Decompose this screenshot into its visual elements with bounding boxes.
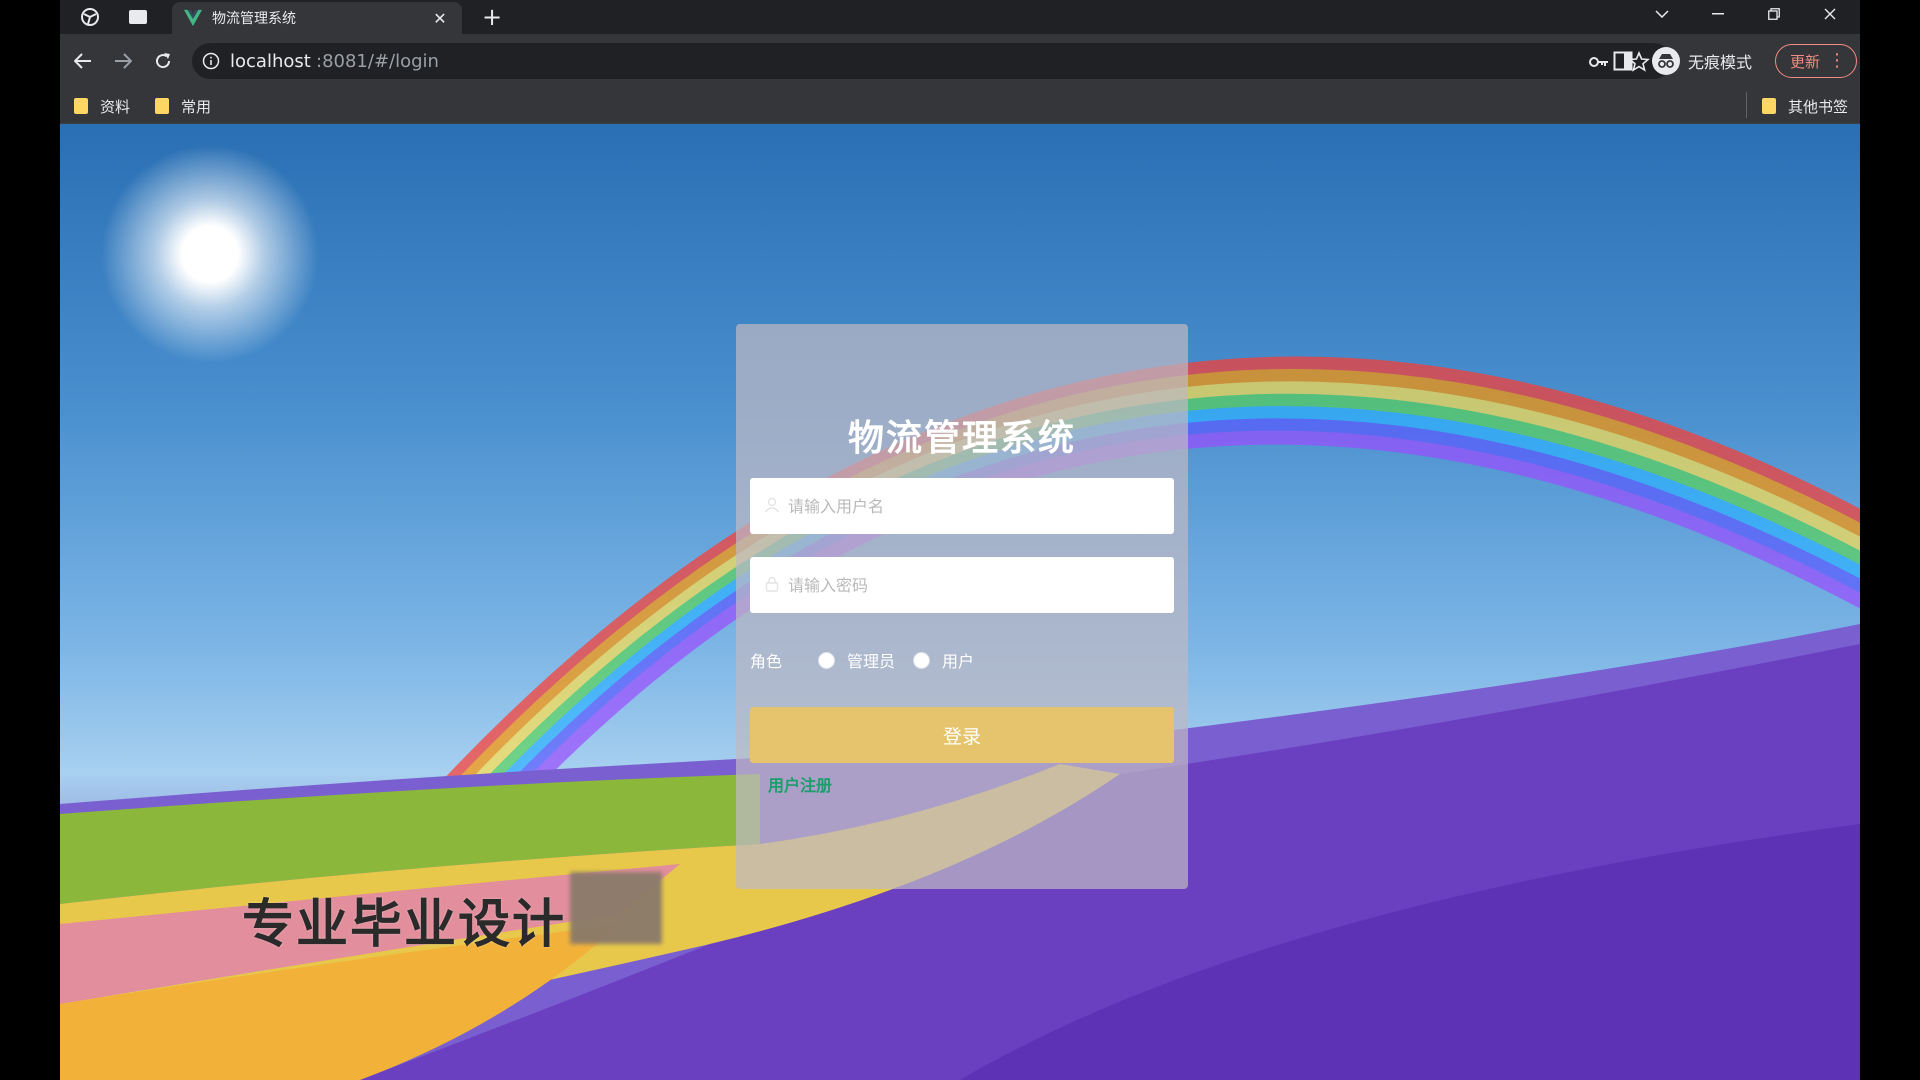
- bookmark-folder-ziliao[interactable]: 资料: [74, 96, 130, 116]
- bookmark-label: 资料: [100, 97, 131, 116]
- role-selector: 角色 管理员 用户: [750, 649, 992, 671]
- watermark-text: 专业毕业设计: [242, 895, 567, 955]
- role-admin-label[interactable]: 管理员: [847, 648, 895, 672]
- role-user-radio[interactable]: [913, 651, 931, 669]
- login-page: 专业毕业设计 物流管理系统 角色 管理员 用户 登录 用户注册: [60, 124, 1860, 1080]
- update-button[interactable]: 更新 ⋮: [1775, 44, 1857, 78]
- username-input[interactable]: [788, 478, 1168, 534]
- password-input[interactable]: [788, 557, 1168, 613]
- bookmark-folder-changyong[interactable]: 常用: [155, 96, 211, 116]
- forward-arrow-icon[interactable]: [108, 46, 138, 76]
- close-window-icon[interactable]: [1802, 0, 1858, 28]
- login-title: 物流管理系统: [847, 418, 1076, 459]
- bookmark-folder-other[interactable]: 其他书签: [1762, 96, 1848, 116]
- side-panel-icon[interactable]: [1613, 51, 1633, 71]
- browser-toolbar: localhost :8081/#/login 无痕模式 更新 ⋮: [60, 34, 1860, 88]
- incognito-icon: [1652, 47, 1680, 75]
- site-info-icon[interactable]: [202, 52, 220, 70]
- reload-icon[interactable]: [148, 46, 178, 76]
- browser-logo-icon[interactable]: [76, 4, 104, 30]
- folder-icon: [74, 98, 88, 114]
- more-menu-icon[interactable]: ⋮: [1828, 52, 1846, 70]
- watermark-blur: [570, 872, 662, 944]
- tab-list-chevron-icon[interactable]: [1634, 0, 1690, 28]
- bookmark-label: 其他书签: [1788, 97, 1849, 116]
- bookmarks-divider: [1746, 92, 1747, 118]
- back-arrow-icon[interactable]: [68, 46, 98, 76]
- role-user-label[interactable]: 用户: [942, 648, 974, 672]
- tab-title: 物流管理系统: [212, 11, 296, 27]
- new-tab-button[interactable]: +: [478, 3, 506, 31]
- incognito-label: 无痕模式: [1688, 53, 1753, 72]
- folder-icon: [155, 98, 169, 114]
- update-label: 更新: [1790, 52, 1821, 71]
- restore-icon[interactable]: [1746, 0, 1802, 28]
- tab-close-icon[interactable]: ✕: [430, 9, 450, 28]
- role-admin-radio[interactable]: [818, 651, 836, 669]
- minimize-icon[interactable]: [1690, 0, 1746, 28]
- screen: 物流管理系统 ✕ + localhost :8081/#/login 无痕模式 …: [0, 0, 1920, 1080]
- url-host: localhost: [230, 51, 311, 72]
- tab-strip: 物流管理系统 ✕ +: [60, 0, 1860, 34]
- login-card: 物流管理系统 角色 管理员 用户 登录 用户注册: [736, 324, 1188, 889]
- key-icon[interactable]: [1588, 51, 1610, 73]
- address-bar[interactable]: localhost :8081/#/login: [192, 43, 1672, 79]
- tab-active[interactable]: 物流管理系统 ✕: [172, 2, 462, 34]
- vue-favicon-icon: [184, 9, 202, 27]
- url-path: :8081/#/login: [316, 51, 439, 72]
- role-label: 角色: [750, 652, 783, 671]
- bookmark-label: 常用: [181, 97, 212, 116]
- login-button[interactable]: 登录: [750, 707, 1174, 763]
- tab-search-icon[interactable]: [124, 4, 152, 30]
- bookmarks-bar: 资料 常用 其他书签: [60, 88, 1860, 124]
- lock-icon: [765, 576, 779, 592]
- user-icon: [764, 497, 780, 513]
- password-field[interactable]: [750, 557, 1174, 613]
- register-link[interactable]: 用户注册: [768, 772, 832, 796]
- browser-window: 物流管理系统 ✕ + localhost :8081/#/login 无痕模式 …: [60, 0, 1860, 1080]
- folder-icon: [1762, 98, 1776, 114]
- username-field[interactable]: [750, 478, 1174, 534]
- incognito-indicator[interactable]: 无痕模式: [1652, 44, 1752, 78]
